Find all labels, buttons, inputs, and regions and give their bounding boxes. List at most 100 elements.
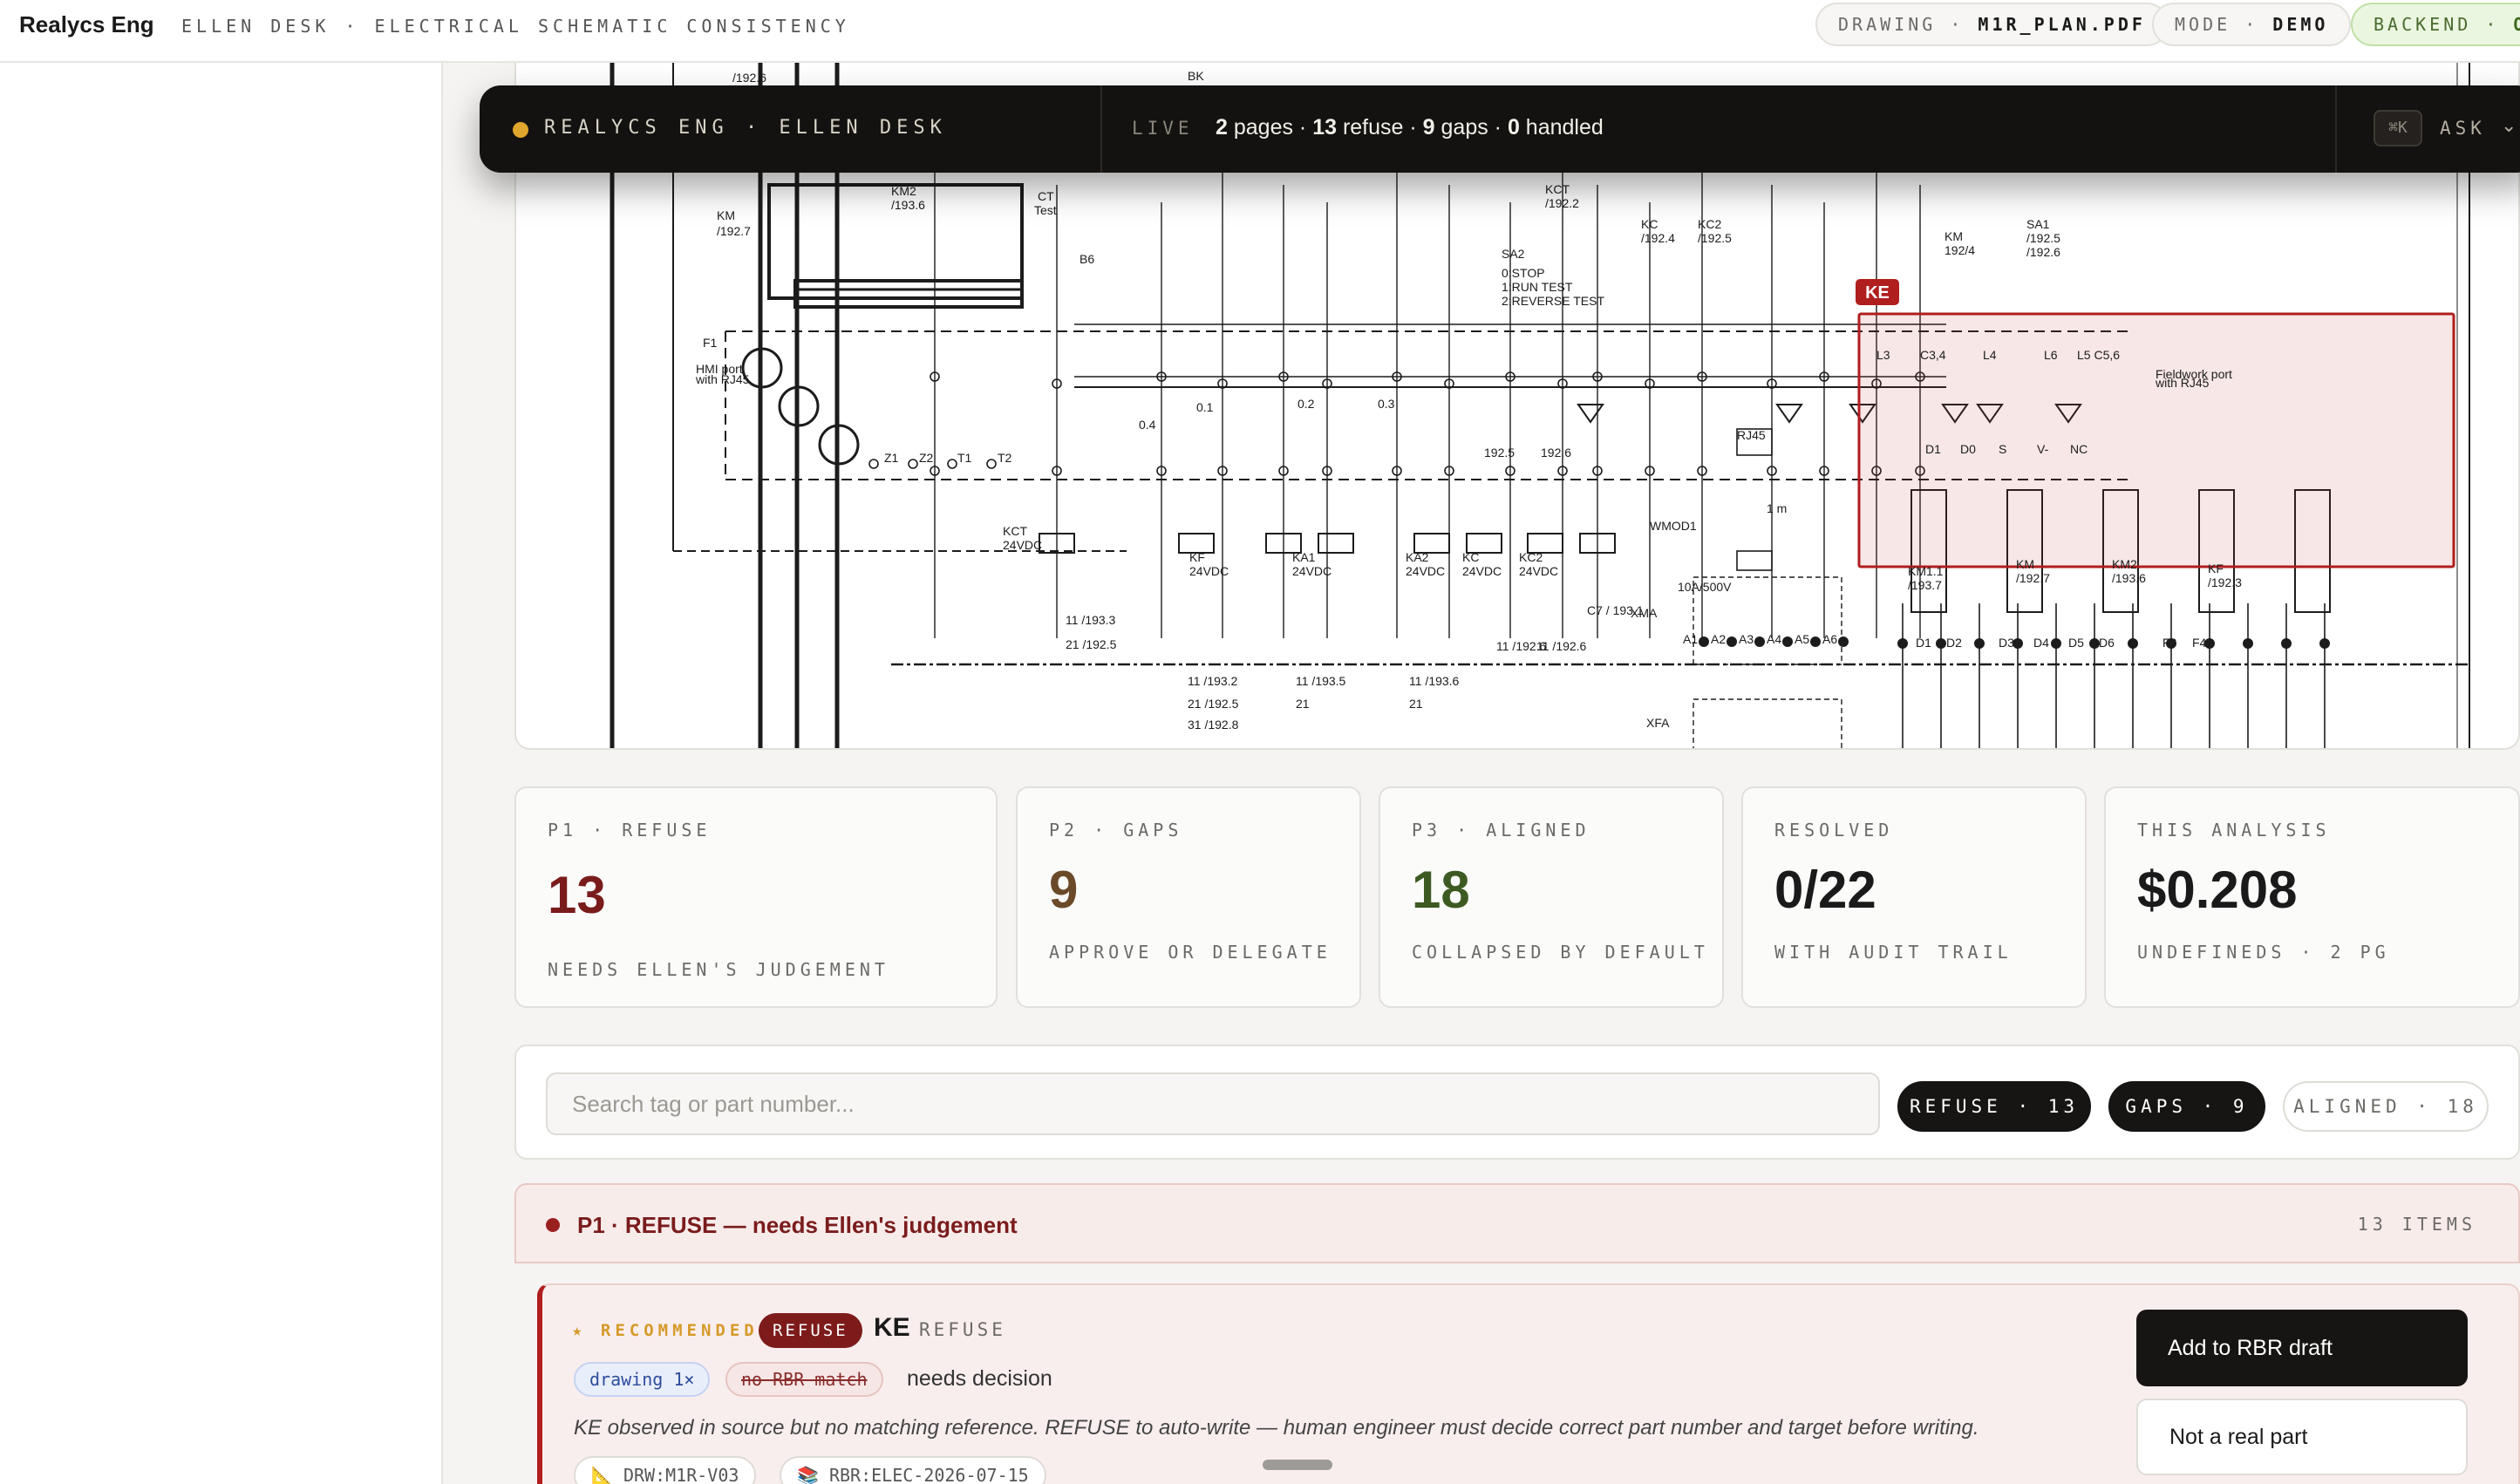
schematic-label: D1	[1925, 442, 1941, 456]
stat-value: 0/22	[1774, 861, 1876, 919]
drawing-pill[interactable]: DRAWING · M1R_PLAN.PDF	[1815, 3, 2169, 46]
schematic-label: /192.3	[2208, 575, 2242, 589]
schematic-label: A6	[1822, 632, 1837, 646]
schematic-terminal	[2128, 638, 2138, 649]
schematic-terminal	[2243, 638, 2253, 649]
mode-pill-value: DEMO	[2272, 14, 2329, 35]
schematic-label: 0.2	[1297, 397, 1315, 411]
gaps-text: gaps ·	[1434, 115, 1508, 140]
schematic-terminal	[986, 459, 997, 469]
schematic-label: RJ45	[1737, 428, 1766, 442]
schematic-label: D4	[2033, 636, 2049, 650]
schematic-terminal	[1810, 636, 1821, 647]
status-badge: REFUSE	[759, 1313, 862, 1348]
schematic-label: 10A/500V	[1678, 580, 1732, 594]
live-indicator: LIVE	[1132, 118, 1194, 139]
schematic-terminal	[2319, 638, 2330, 649]
issue-description: KE observed in source but no matching re…	[574, 1416, 1979, 1440]
schematic-label: 21	[1409, 697, 1423, 711]
schematic-label: XMA	[1631, 606, 1658, 620]
search-input[interactable]	[546, 1072, 1880, 1135]
schematic-label: KCT	[1003, 524, 1027, 538]
drawing-ref-chip[interactable]: 📐 DRW:M1R-V03	[574, 1456, 757, 1484]
filter-chip-aligned[interactable]: ALIGNED · 18	[2283, 1081, 2489, 1132]
divider	[2335, 85, 2337, 173]
ke-highlight-region	[1857, 312, 2455, 568]
schematic-terminal	[2051, 638, 2061, 649]
schematic-terminal	[1897, 638, 1908, 649]
schematic-label: KCT	[1545, 182, 1570, 196]
keyboard-shortcut-hint: ⌘K	[2374, 110, 2422, 146]
scroll-handle[interactable]	[1263, 1460, 1332, 1470]
add-to-rbr-draft-button[interactable]: Add to RBR draft	[2136, 1310, 2468, 1386]
schematic-label: KM	[717, 208, 735, 222]
schematic-label: /192.2	[1545, 196, 1579, 210]
schematic-label: 0.1	[1196, 400, 1214, 414]
brand-logo[interactable]: Realycs Eng	[19, 10, 154, 38]
schematic-label: 0:STOP	[1502, 266, 1545, 280]
group-item-count: 13 ITEMS	[2357, 1214, 2476, 1235]
mode-pill[interactable]: MODE · DEMO	[2152, 3, 2352, 46]
schematic-label: T1	[957, 451, 972, 465]
schematic-label: 24VDC	[1003, 538, 1042, 552]
schematic-label: 24VDC	[1189, 564, 1229, 578]
pages-count: 2	[1216, 115, 1228, 140]
schematic-label: F3	[2162, 636, 2177, 650]
filter-chip-refuse[interactable]: REFUSE · 13	[1897, 1081, 2091, 1132]
schematic-label: SA2	[1502, 247, 1525, 261]
schematic-label: Z2	[919, 451, 934, 465]
issue-card[interactable]: ★ RECOMMENDED REFUSE KE REFUSE drawing 1…	[537, 1283, 2520, 1484]
status-dot-icon	[546, 1218, 560, 1232]
schematic-terminal	[947, 459, 957, 469]
rbr-ref-chip[interactable]: 📚 RBR:ELEC-2026-07-15	[780, 1456, 1046, 1484]
stat-label: P1 · REFUSE	[548, 820, 712, 841]
schematic-label: /193.6	[891, 198, 925, 212]
issue-status: REFUSE	[919, 1319, 1006, 1340]
group-header-refuse[interactable]: P1 · REFUSE — needs Ellen's judgement 13…	[514, 1183, 2520, 1263]
schematic-terminal	[1754, 636, 1765, 647]
schematic-terminal	[1838, 636, 1849, 647]
drawing-pill-value: M1R_PLAN.PDF	[1978, 14, 2146, 35]
stat-card-aligned[interactable]: P3 · ALIGNED 18 COLLAPSED BY DEFAULT	[1379, 786, 1724, 1008]
stat-card-refuse[interactable]: P1 · REFUSE 13 NEEDS ELLEN'S JUDGEMENT	[514, 786, 998, 1008]
schematic-label: with RJ45	[695, 372, 750, 386]
schematic-label: /192.7	[2016, 571, 2050, 585]
chevron-down-icon[interactable]: ⌄	[2501, 114, 2517, 137]
issue-tag: KE	[874, 1313, 910, 1342]
schematic-terminal	[1782, 636, 1793, 647]
schematic-label: 31 /192.8	[1188, 718, 1239, 732]
schematic-label: D2	[1946, 636, 1962, 650]
drawing-pill-label: DRAWING ·	[1838, 14, 1979, 35]
command-bar: REALYCS ENG · ELLEN DESK LIVE 2 pages · …	[480, 85, 2520, 173]
stat-card-cost[interactable]: THIS ANALYSIS $0.208 UNDEFINEDS · 2 PG	[2104, 786, 2520, 1008]
schematic-label: C3,4	[1920, 348, 1946, 362]
stat-subtitle: APPROVE OR DELEGATE	[1049, 942, 1332, 963]
schematic-terminal	[908, 459, 918, 469]
schematic-label: 24VDC	[1462, 564, 1502, 578]
ask-button[interactable]: ASK	[2440, 116, 2486, 140]
backend-status-pill[interactable]: BACKEND · OK	[2351, 3, 2520, 46]
stat-label: P3 · ALIGNED	[1412, 820, 1590, 841]
schematic-label: 0.3	[1378, 397, 1395, 411]
schematic-label: L6	[2044, 348, 2058, 362]
schematic-label: NC	[2070, 442, 2088, 456]
schematic-label: A1	[1683, 632, 1698, 646]
schematic-label: 24VDC	[1406, 564, 1445, 578]
schematic-label: L3	[1876, 348, 1890, 362]
schematic-label: KM1.1	[1908, 564, 1944, 578]
schematic-terminal	[1727, 636, 1737, 647]
schematic-label: 11 /193.3	[1066, 613, 1116, 627]
schematic-label: 192/4	[1944, 243, 1975, 257]
schematic-label: KM2	[891, 184, 916, 198]
stat-card-resolved[interactable]: RESOLVED 0/22 WITH AUDIT TRAIL	[1741, 786, 2087, 1008]
stat-card-gaps[interactable]: P2 · GAPS 9 APPROVE OR DELEGATE	[1016, 786, 1361, 1008]
not-a-real-part-button[interactable]: Not a real part	[2136, 1399, 2468, 1475]
schematic-label: CT	[1038, 189, 1054, 203]
pages-text: pages ·	[1227, 115, 1313, 140]
filter-chip-gaps[interactable]: GAPS · 9	[2108, 1081, 2265, 1132]
schematic-label: 24VDC	[1519, 564, 1558, 578]
handled-count: 0	[1507, 115, 1520, 140]
handled-text: handled	[1519, 115, 1604, 140]
schematic-label: KC	[1641, 217, 1658, 231]
schematic-label: /192.6	[2026, 245, 2060, 259]
